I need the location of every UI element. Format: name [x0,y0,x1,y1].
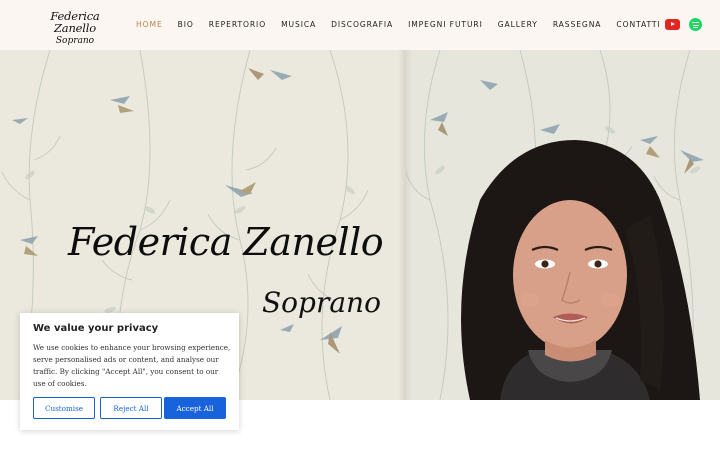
main-nav: HOME BIO REPERTORIO MUSICA DISCOGRAFIA I… [136,19,676,31]
hero-subtitle: Soprano [262,286,381,319]
site-header: Federica Zanello Soprano HOME BIO REPERT… [0,0,720,50]
nav-impegni-futuri[interactable]: IMPEGNI FUTURI [408,19,483,31]
nav-repertorio[interactable]: REPERTORIO [209,19,266,31]
hero-title: Federica Zanello [68,220,384,264]
nav-home[interactable]: HOME [136,19,163,31]
accept-all-button[interactable]: Accept All [164,397,226,419]
nav-gallery[interactable]: GALLERY [498,19,538,31]
reject-all-button[interactable]: Reject All [100,397,162,419]
nav-musica[interactable]: MUSICA [281,19,316,31]
cookie-title: We value your privacy [33,323,159,334]
cookie-description: We use cookies to enhance your browsing … [33,343,231,388]
nav-contatti[interactable]: CONTATTI [616,19,660,31]
site-logo[interactable]: Federica Zanello Soprano [33,9,117,46]
nav-bio[interactable]: BIO [178,19,194,31]
nav-discografia[interactable]: DISCOGRAFIA [331,19,393,31]
logo-subtitle: Soprano [55,36,95,46]
singer-photo [461,140,700,400]
cookie-consent-banner: We value your privacy We use cookies to … [20,313,239,430]
spotify-icon[interactable] [689,18,702,31]
logo-name: Federica Zanello [50,9,100,35]
customise-button[interactable]: Customise [33,397,95,419]
youtube-icon[interactable] [665,19,680,30]
nav-rassegna[interactable]: RASSEGNA [553,19,602,31]
